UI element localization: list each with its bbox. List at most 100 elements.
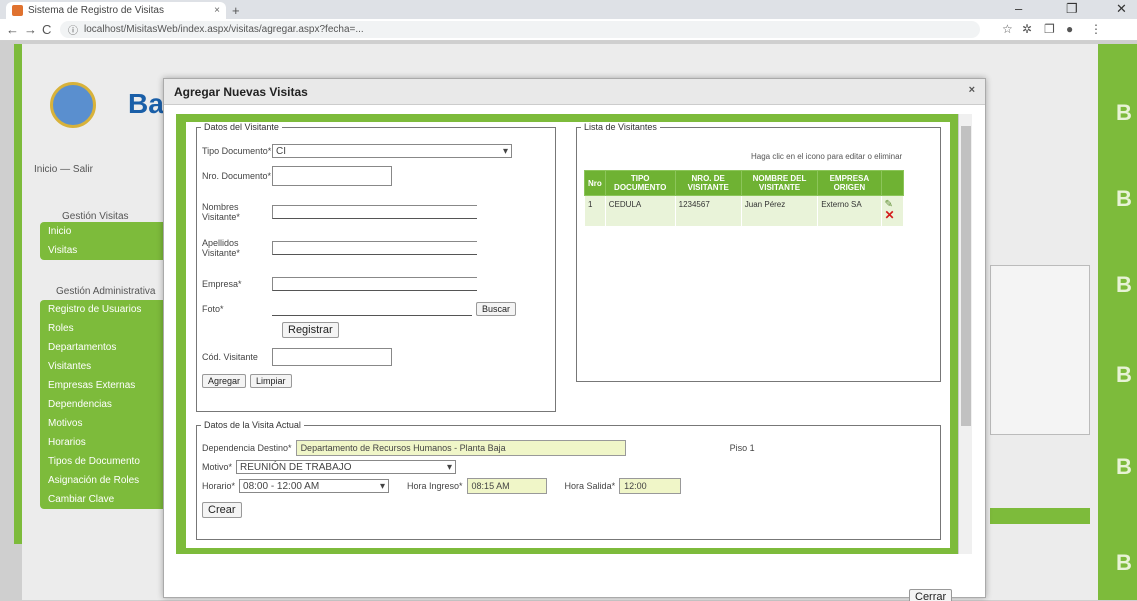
dialog-title-bar: Agregar Nuevas Visitas ×	[164, 79, 985, 105]
depto-row: Dependencia Destino* Departamento de Rec…	[202, 440, 755, 456]
foto-input[interactable]	[272, 302, 472, 316]
apellidos-input[interactable]	[272, 241, 477, 255]
minimize-icon[interactable]: –	[1015, 1, 1022, 16]
motivo-row: Motivo* REUNIÓN DE TRABAJO ▾	[202, 460, 457, 474]
limpiar-button[interactable]: Limpiar	[250, 374, 292, 388]
municipal-logo	[50, 82, 96, 128]
table-row: 1 CEDULA 1234567 Juan Pérez Externo SA ✎…	[584, 195, 905, 227]
motivo-value: REUNIÓN DE TRABAJO	[240, 461, 352, 473]
cod-row: Cód. Visitante	[202, 348, 392, 366]
depto-field[interactable]: Departamento de Recursos Humanos - Plant…	[295, 440, 626, 456]
star-icon[interactable]: ☆	[1002, 22, 1013, 36]
menu-item[interactable]: Empresas Externas	[40, 376, 178, 395]
depto-extra: Piso 1	[729, 443, 755, 453]
cod-label: Cód. Visitante	[202, 352, 258, 362]
registrar-button[interactable]: Registrar	[282, 322, 339, 338]
bg-letter: B	[1116, 550, 1132, 575]
num-doc-label: Nro. Documento*	[202, 171, 272, 181]
empresa-input[interactable]	[272, 277, 477, 291]
url-text: localhost/MisitasWeb/index.aspx/visitas/…	[84, 24, 364, 35]
nombres-input[interactable]	[272, 205, 477, 219]
buscar-button[interactable]: Buscar	[476, 302, 517, 316]
num-doc-input[interactable]	[272, 166, 392, 186]
motivo-select[interactable]: REUNIÓN DE TRABAJO ▾	[236, 460, 457, 474]
tipo-doc-row: Tipo Documento* CI ▾	[202, 144, 512, 158]
cell-tipo: CEDULA	[604, 195, 676, 227]
url-field[interactable]: ⓘ localhost/MisitasWeb/index.aspx/visita…	[60, 21, 980, 38]
dialog-title: Agregar Nuevas Visitas	[174, 85, 308, 99]
menu-item[interactable]: Tipos de Documento	[40, 452, 178, 471]
close-tab-icon[interactable]: ×	[214, 5, 220, 16]
section2-menu: Registro de Usuarios Roles Departamentos…	[40, 300, 178, 509]
chevron-down-icon: ▾	[379, 480, 386, 492]
section2-title: Gestión Administrativa	[56, 286, 156, 297]
menu-icon[interactable]: ⋮	[1090, 22, 1102, 36]
motivo-label: Motivo*	[202, 462, 233, 472]
menu-item[interactable]: Visitantes	[40, 357, 178, 376]
logo-text: Ba	[128, 88, 164, 119]
cod-input[interactable]	[272, 348, 392, 366]
horario-row: Horario* 08:00 - 12:00 AM ▾ Hora Ingreso…	[202, 478, 682, 494]
table-header: TIPO DOCUMENTO	[604, 170, 676, 196]
visitor-legend: Datos del Visitante	[204, 122, 279, 132]
info-icon: ⓘ	[68, 26, 78, 37]
cell-actions: ✎ ✕	[880, 195, 905, 227]
table-header	[880, 170, 905, 196]
dialog-close-icon[interactable]: ×	[969, 84, 975, 96]
table-header-row: Nro TIPO DOCUMENTO NRO. DE VISITANTE NOM…	[584, 170, 905, 196]
menu-item[interactable]: Horarios	[40, 433, 178, 452]
dialog-scrollbar[interactable]	[958, 114, 972, 554]
depto-label: Dependencia Destino*	[202, 443, 292, 453]
sidepanel-icon[interactable]: ❐	[1044, 22, 1055, 36]
tipo-doc-select[interactable]: CI ▾	[272, 144, 512, 158]
menu-item[interactable]: Visitas	[40, 241, 178, 260]
dialog-content: Datos del Visitante Tipo Documento* CI ▾…	[186, 122, 950, 548]
extension-icon[interactable]: ✲	[1022, 22, 1032, 36]
maximize-icon[interactable]: ❐	[1066, 1, 1078, 17]
delete-icon[interactable]: ✕	[885, 208, 895, 222]
bg-letter: B	[1116, 454, 1132, 479]
cerrar-button[interactable]: Cerrar	[909, 589, 953, 601]
back-icon[interactable]: ←	[6, 22, 19, 37]
window-close-icon[interactable]: ✕	[1116, 1, 1127, 17]
list-hint: Haga clic en el icono para editar o elim…	[751, 152, 903, 161]
forward-icon[interactable]: →	[24, 22, 37, 37]
visitor-list-legend: Lista de Visitantes	[584, 122, 657, 132]
menu-item[interactable]: Registro de Usuarios	[40, 300, 178, 319]
browser-tab[interactable]: Sistema de Registro de Visitas ×	[6, 2, 226, 19]
bg-letter: B	[1116, 186, 1132, 211]
bg-letter: B	[1116, 362, 1132, 387]
new-tab-icon[interactable]: +	[232, 3, 240, 18]
menu-item[interactable]: Roles	[40, 319, 178, 338]
address-bar: ← → C ⓘ localhost/MisitasWeb/index.aspx/…	[0, 19, 1137, 41]
hora-salida-field[interactable]: 12:00	[619, 478, 682, 494]
hora-ingreso-field[interactable]: 08:15 AM	[466, 478, 547, 494]
foto-row: Foto* Buscar	[202, 302, 517, 316]
menu-item[interactable]: Inicio	[40, 222, 178, 241]
menu-item[interactable]: Departamentos	[40, 338, 178, 357]
right-accent	[1098, 44, 1137, 600]
menu-item[interactable]: Asignación de Roles	[40, 471, 178, 490]
menu-item[interactable]: Dependencias	[40, 395, 178, 414]
left-accent	[14, 44, 22, 544]
favicon-icon	[12, 5, 23, 16]
profile-icon[interactable]: ●	[1066, 22, 1073, 36]
empresa-label: Empresa*	[202, 279, 242, 289]
tipo-doc-label: Tipo Documento*	[202, 146, 272, 156]
menu-item[interactable]: Motivos	[40, 414, 178, 433]
apellidos-row: Apellidos Visitante*	[202, 238, 477, 258]
agregar-button[interactable]: Agregar	[202, 374, 247, 388]
reload-icon[interactable]: C	[42, 22, 51, 37]
menu-item[interactable]: Cambiar Clave	[40, 490, 178, 509]
apellidos-label: Apellidos Visitante*	[202, 238, 240, 258]
horario-value: 08:00 - 12:00 AM	[243, 480, 320, 492]
scrollbar-thumb[interactable]	[961, 126, 971, 426]
header-links[interactable]: Inicio — Salir	[34, 164, 93, 175]
horario-select[interactable]: 08:00 - 12:00 AM ▾	[239, 479, 390, 493]
visitor-list-fieldset: Lista de Visitantes	[576, 122, 941, 382]
tipo-doc-value: CI	[276, 145, 286, 157]
crear-button[interactable]: Crear	[202, 502, 242, 518]
tab-title: Sistema de Registro de Visitas	[28, 5, 164, 16]
cell-empresa: Externo SA	[817, 195, 882, 227]
visitor-table: Nro TIPO DOCUMENTO NRO. DE VISITANTE NOM…	[584, 170, 905, 227]
